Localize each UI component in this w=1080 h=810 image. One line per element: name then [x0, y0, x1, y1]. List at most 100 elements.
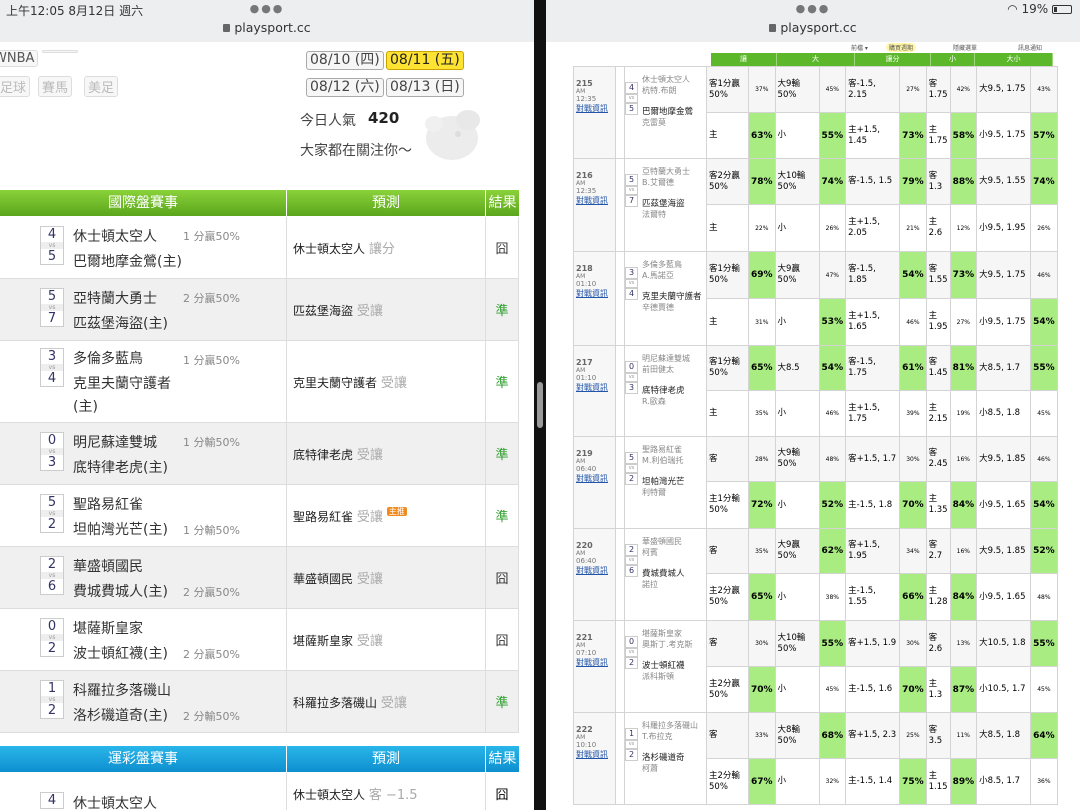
game-row[interactable]: 4 休士頓太空人 休士頓太空人 客 −1.5 囧 — [0, 773, 519, 810]
away-team[interactable]: 休士頓太空人 — [73, 793, 157, 810]
window-menu-dots[interactable]: ●●● — [0, 2, 534, 15]
toolbar-tab[interactable]: 訊息通知 — [1018, 43, 1042, 52]
pick-type: 受讓 — [356, 634, 383, 649]
match-ampm: AM — [576, 734, 586, 741]
chip-football[interactable]: 美足 — [84, 76, 119, 97]
match-ampm: AM — [576, 642, 586, 649]
home-team[interactable]: 匹茲堡海盜(主) — [73, 313, 168, 333]
handicap-line: 2 分輸50% — [183, 710, 240, 723]
away-pitcher: 杭特.布朗 — [642, 86, 677, 95]
prediction-pick[interactable]: 克里夫蘭守護者 受讓 — [293, 372, 407, 391]
game-row[interactable]: 0 vs 3 明尼蘇達雙城 底特律老虎(主) 1 分輸50% 底特律老虎 受讓 準 — [0, 423, 519, 485]
window-menu-dots-right[interactable]: ●●● — [546, 2, 1080, 15]
status-battery: ◠ 19% — [1007, 2, 1072, 16]
odds-cell: 客+1.5, 2.3 — [845, 712, 901, 759]
result-mark: 囧 — [495, 242, 509, 257]
home-team[interactable]: 底特律老虎 — [642, 384, 704, 396]
toolbar-tab[interactable]: 前檔 ▾ — [851, 43, 868, 52]
percent-cell: 47% — [818, 251, 847, 299]
chip-wnba[interactable]: WNBA — [0, 50, 39, 67]
chip-soccer[interactable]: 足球 — [0, 76, 31, 97]
home-team[interactable]: 波士頓紅襪 — [642, 659, 704, 671]
split-handle[interactable] — [537, 382, 543, 428]
home-team[interactable]: 波士頓紅襪(主) — [73, 643, 168, 663]
away-team[interactable]: 亞特蘭大勇士 — [73, 288, 157, 308]
away-team[interactable]: 聖路易紅雀 — [642, 444, 704, 455]
prediction-pick[interactable]: 休士頓太空人 客 −1.5 — [293, 784, 418, 803]
home-team[interactable]: 底特律老虎(主) — [73, 457, 168, 477]
odds-cell: 客 — [706, 528, 749, 574]
chip-blank-1[interactable] — [42, 50, 78, 53]
prediction-pick[interactable]: 聖路易紅雀 受讓 主推 — [293, 506, 407, 525]
matchup-info-link[interactable]: 對戰資訊 — [576, 195, 608, 206]
odds-cell: 主2分輸50% — [706, 758, 749, 805]
away-team[interactable]: 堪薩斯皇家 — [642, 628, 704, 639]
home-team[interactable]: 巴爾地摩金鶯(主) — [73, 251, 182, 271]
odds-table: 215 AM 12:35 對戰資訊 4 vs 5 休士頓太空人 杭特.布朗 巴爾地摩… — [573, 66, 1058, 805]
odds-cell: 主-1.5, 1.6 — [845, 666, 901, 713]
home-team[interactable]: 洛杉磯道奇 — [642, 751, 704, 763]
away-team[interactable]: 休士頓太空人 — [73, 226, 157, 246]
away-team[interactable]: 明尼蘇達雙城 — [73, 432, 157, 452]
date-0810[interactable]: 08/10 (四) — [306, 51, 384, 70]
matchup-info-link[interactable]: 對戰資訊 — [576, 565, 608, 576]
prediction-pick[interactable]: 匹茲堡海盜 受讓 — [293, 300, 383, 319]
game-row[interactable]: 4 vs 5 休士頓太空人 巴爾地摩金鶯(主) 1 分贏50% 休士頓太空人 讓分 囧 — [0, 217, 519, 279]
matchup-info-link[interactable]: 對戰資訊 — [576, 749, 608, 760]
away-team[interactable]: 科羅拉多落磯山 — [73, 680, 171, 700]
date-0812[interactable]: 08/12 (六) — [306, 78, 384, 97]
home-score: 2 — [625, 749, 638, 761]
home-team[interactable]: 巴爾地摩金鶯 — [642, 105, 704, 117]
prediction-pick[interactable]: 科羅拉多落磯山 受讓 — [293, 692, 407, 711]
away-team[interactable]: 明尼蘇達雙城 — [642, 353, 704, 364]
home-team[interactable]: 洛杉磯道奇(主) — [73, 705, 168, 725]
away-team[interactable]: 聖路易紅雀 — [73, 494, 143, 514]
away-team[interactable]: 多倫多藍鳥 — [73, 348, 143, 368]
match-info-cell: 221 AM 07:10 對戰資訊 — [573, 620, 616, 713]
prediction-pick[interactable]: 休士頓太空人 讓分 — [293, 238, 395, 257]
matchup-info-link[interactable]: 對戰資訊 — [576, 288, 608, 299]
game-row[interactable]: 5 vs 7 亞特蘭大勇士 匹茲堡海盜(主) 2 分贏50% 匹茲堡海盜 受讓 準 — [0, 279, 519, 341]
away-team[interactable]: 華盛頓國民 — [642, 536, 704, 547]
date-0811[interactable]: 08/11 (五) — [386, 51, 464, 70]
away-team[interactable]: 堪薩斯皇家 — [73, 618, 143, 638]
prediction-pick[interactable]: 底特律老虎 受讓 — [293, 444, 383, 463]
away-team[interactable]: 科羅拉多落磯山 — [642, 720, 704, 731]
home-team[interactable]: 費城費城人(主) — [73, 581, 168, 601]
game-row[interactable]: 5 vs 2 聖路易紅雀 坦帕灣光芒(主) 1 分輸50% 聖路易紅雀 受讓 主推 準 — [0, 485, 519, 547]
percent-cell: 65% — [748, 573, 776, 621]
home-team[interactable]: 費城費城人 — [642, 567, 704, 579]
home-team[interactable]: 克里夫蘭守護者 — [73, 373, 171, 393]
matchup-info-link[interactable]: 對戰資訊 — [576, 103, 608, 114]
away-team[interactable]: 亞特蘭大勇士 — [642, 166, 704, 177]
home-team[interactable]: 坦帕灣光芒 — [642, 475, 704, 487]
home-pitcher: 克雷莫 — [642, 118, 666, 127]
away-team[interactable]: 多倫多藍鳥 — [642, 259, 704, 270]
game-row[interactable]: 0 vs 2 堪薩斯皇家 波士頓紅襪(主) 2 分贏50% 堪薩斯皇家 受讓 囧 — [0, 609, 519, 671]
prediction-pick[interactable]: 堪薩斯皇家 受讓 — [293, 630, 383, 649]
percent-cell: 42% — [949, 66, 978, 113]
home-team[interactable]: 克里夫蘭守護者 — [642, 290, 704, 302]
chip-horse[interactable]: 賽馬 — [38, 76, 73, 97]
date-0813[interactable]: 08/13 (日) — [386, 78, 464, 97]
home-team[interactable]: 匹茲堡海盜 — [642, 197, 704, 209]
address-bar[interactable]: playsport.cc — [0, 20, 534, 35]
percent-cell: 55% — [1030, 345, 1058, 391]
match-ampm: AM — [576, 458, 586, 465]
toolbar-tab[interactable]: 購買週期 — [886, 43, 917, 52]
prediction-pick[interactable]: 華盛頓國民 受讓 — [293, 568, 383, 587]
game-row[interactable]: 2 vs 6 華盛頓國民 費城費城人(主) 2 分贏50% 華盛頓國民 受讓 囧 — [0, 547, 519, 609]
matchup-info-link[interactable]: 對戰資訊 — [576, 473, 608, 484]
game-row[interactable]: 1 vs 2 科羅拉多落磯山 洛杉磯道奇(主) 2 分輸50% 科羅拉多落磯山 受讓 準 — [0, 671, 519, 733]
away-team[interactable]: 休士頓太空人 — [642, 74, 704, 85]
toolbar-tab[interactable]: 隱藏選單 — [953, 43, 977, 52]
matchup-info-link[interactable]: 對戰資訊 — [576, 657, 608, 668]
away-team[interactable]: 華盛頓國民 — [73, 556, 143, 576]
result-mark: 準 — [495, 696, 509, 711]
score-box: 2 vs 6 — [40, 556, 64, 595]
game-row[interactable]: 3 vs 4 多倫多藍鳥 克里夫蘭守護者 (主) 1 分贏50% 克里夫蘭守護者 受讓 準 — [0, 341, 519, 423]
home-team[interactable]: 坦帕灣光芒(主) — [73, 519, 168, 539]
pick-type: 客 −1.5 — [368, 788, 418, 803]
address-bar-right[interactable]: playsport.cc — [546, 20, 1080, 35]
matchup-info-link[interactable]: 對戰資訊 — [576, 382, 608, 393]
